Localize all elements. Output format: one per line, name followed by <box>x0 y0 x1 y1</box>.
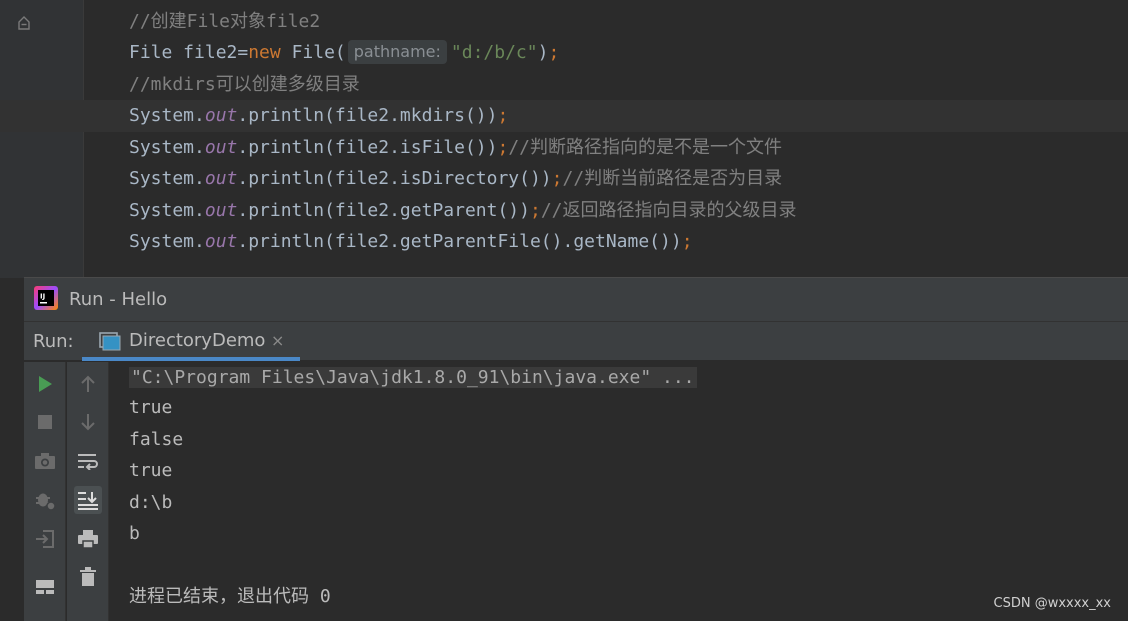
code-text: .println(file2.isFile()) <box>237 137 498 158</box>
code-semicolon: ; <box>548 42 560 63</box>
run-label: Run: <box>33 331 74 352</box>
close-icon[interactable]: × <box>271 322 284 359</box>
code-static-field: out <box>204 200 238 221</box>
fold-marker-icon[interactable] <box>17 14 31 30</box>
debug-settings-button[interactable] <box>31 486 59 514</box>
code-comment: //判断路径指向的是不是一个文件 <box>508 137 782 158</box>
run-tab-bar: Run: DirectoryDemo × <box>24 322 1128 361</box>
console-command: "C:\Program Files\Java\jdk1.8.0_91\bin\j… <box>129 367 697 388</box>
code-line-5[interactable]: System.out.println(file2.isFile());//判断路… <box>129 132 782 163</box>
tab-directorydemo[interactable]: DirectoryDemo × <box>82 322 300 361</box>
console-output-line: true <box>129 460 173 481</box>
code-text: .println(file2.mkdirs()) <box>237 105 498 126</box>
code-text: .println(file2.getParent()) <box>237 200 530 221</box>
code-comment: //返回路径指向目录的父级目录 <box>540 200 797 221</box>
code-line-8[interactable]: System.out.println(file2.getParentFile()… <box>129 226 693 257</box>
console-output[interactable]: "C:\Program Files\Java\jdk1.8.0_91\bin\j… <box>110 362 1128 621</box>
code-semicolon: ; <box>681 231 693 252</box>
code-semicolon: ; <box>551 168 563 189</box>
console-output-line: b <box>129 523 140 544</box>
print-icon <box>78 530 98 549</box>
layout-icon <box>36 580 54 594</box>
login-icon <box>36 530 54 548</box>
code-text: File( <box>280 42 346 63</box>
code-comment: //判断当前路径是否为目录 <box>562 168 783 189</box>
stop-button[interactable] <box>31 408 59 436</box>
code-text: .println(file2.getParentFile().getName()… <box>237 231 682 252</box>
svg-text:IJ: IJ <box>40 293 45 301</box>
trash-icon <box>80 567 96 586</box>
stop-icon <box>38 415 52 429</box>
code-semicolon: ; <box>497 105 509 126</box>
parameter-hint: pathname: <box>347 40 447 64</box>
run-toolbar-secondary <box>67 362 109 621</box>
soft-wrap-button[interactable] <box>74 447 102 475</box>
console-output-line: d:\b <box>129 492 173 513</box>
up-arrow-icon <box>81 375 95 392</box>
code-keyword: new <box>248 42 281 63</box>
code-text: System. <box>129 137 205 158</box>
scroll-to-end-icon <box>78 492 98 510</box>
console-output-line: true <box>129 397 173 418</box>
run-window-title: Run - Hello <box>69 289 168 310</box>
camera-icon <box>35 453 55 469</box>
login-button[interactable] <box>31 525 59 553</box>
layout-button[interactable] <box>31 573 59 601</box>
console-output-line: false <box>129 429 184 450</box>
process-exit-message: 进程已结束，退出代码 0 <box>129 586 331 607</box>
code-static-field: out <box>204 231 238 252</box>
console-icon <box>99 332 121 351</box>
scroll-to-end-button[interactable] <box>74 486 102 514</box>
code-semicolon: ; <box>497 137 509 158</box>
code-static-field: out <box>204 137 238 158</box>
active-tab-indicator <box>82 357 300 361</box>
code-static-field: out <box>204 105 238 126</box>
code-line-1[interactable]: //创建File对象file2 <box>129 6 320 37</box>
code-text: File file2= <box>129 42 249 63</box>
code-static-field: out <box>204 168 238 189</box>
code-text: System. <box>129 231 205 252</box>
intellij-logo-icon: IJ <box>34 286 58 310</box>
debug-settings-icon <box>36 493 56 511</box>
run-toolbar-primary <box>24 362 66 621</box>
rerun-button[interactable] <box>31 370 59 398</box>
code-string: "d:/b/c" <box>450 42 538 63</box>
code-text: .println(file2.isDirectory()) <box>237 168 552 189</box>
code-semicolon: ; <box>529 200 541 221</box>
code-text: System. <box>129 105 205 126</box>
code-comment: //创建File对象file2 <box>129 11 321 32</box>
rerun-icon <box>39 376 52 392</box>
code-text: ) <box>537 42 549 63</box>
code-comment: //mkdirs可以创建多级目录 <box>129 74 360 95</box>
previous-occurrence-button[interactable] <box>74 370 102 398</box>
soft-wrap-icon <box>78 454 98 470</box>
code-text: System. <box>129 200 205 221</box>
next-occurrence-button[interactable] <box>74 408 102 436</box>
code-text: System. <box>129 168 205 189</box>
dump-threads-button[interactable] <box>31 447 59 475</box>
editor-gutter[interactable] <box>0 0 84 278</box>
code-editor[interactable]: //创建File对象file2 File file2=new File(path… <box>0 0 1128 278</box>
code-line-3[interactable]: //mkdirs可以创建多级目录 <box>129 69 360 100</box>
code-line-6[interactable]: System.out.println(file2.isDirectory());… <box>129 163 782 194</box>
print-button[interactable] <box>74 525 102 553</box>
run-tool-window: IJ Run - Hello Run: DirectoryDemo × "C:\… <box>24 277 1128 621</box>
watermark: CSDN @wxxxx_xx <box>993 596 1112 611</box>
tab-label: DirectoryDemo <box>129 330 266 351</box>
down-arrow-icon <box>81 414 95 431</box>
console-command-line: "C:\Program Files\Java\jdk1.8.0_91\bin\j… <box>129 363 697 393</box>
run-window-title-bar[interactable]: IJ Run - Hello <box>24 278 1128 322</box>
code-line-7[interactable]: System.out.println(file2.getParent());//… <box>129 195 797 226</box>
code-line-2[interactable]: File file2=new File(pathname: "d:/b/c"); <box>129 37 559 68</box>
clear-all-button[interactable] <box>74 563 102 591</box>
code-line-4[interactable]: System.out.println(file2.mkdirs()); <box>129 100 508 131</box>
